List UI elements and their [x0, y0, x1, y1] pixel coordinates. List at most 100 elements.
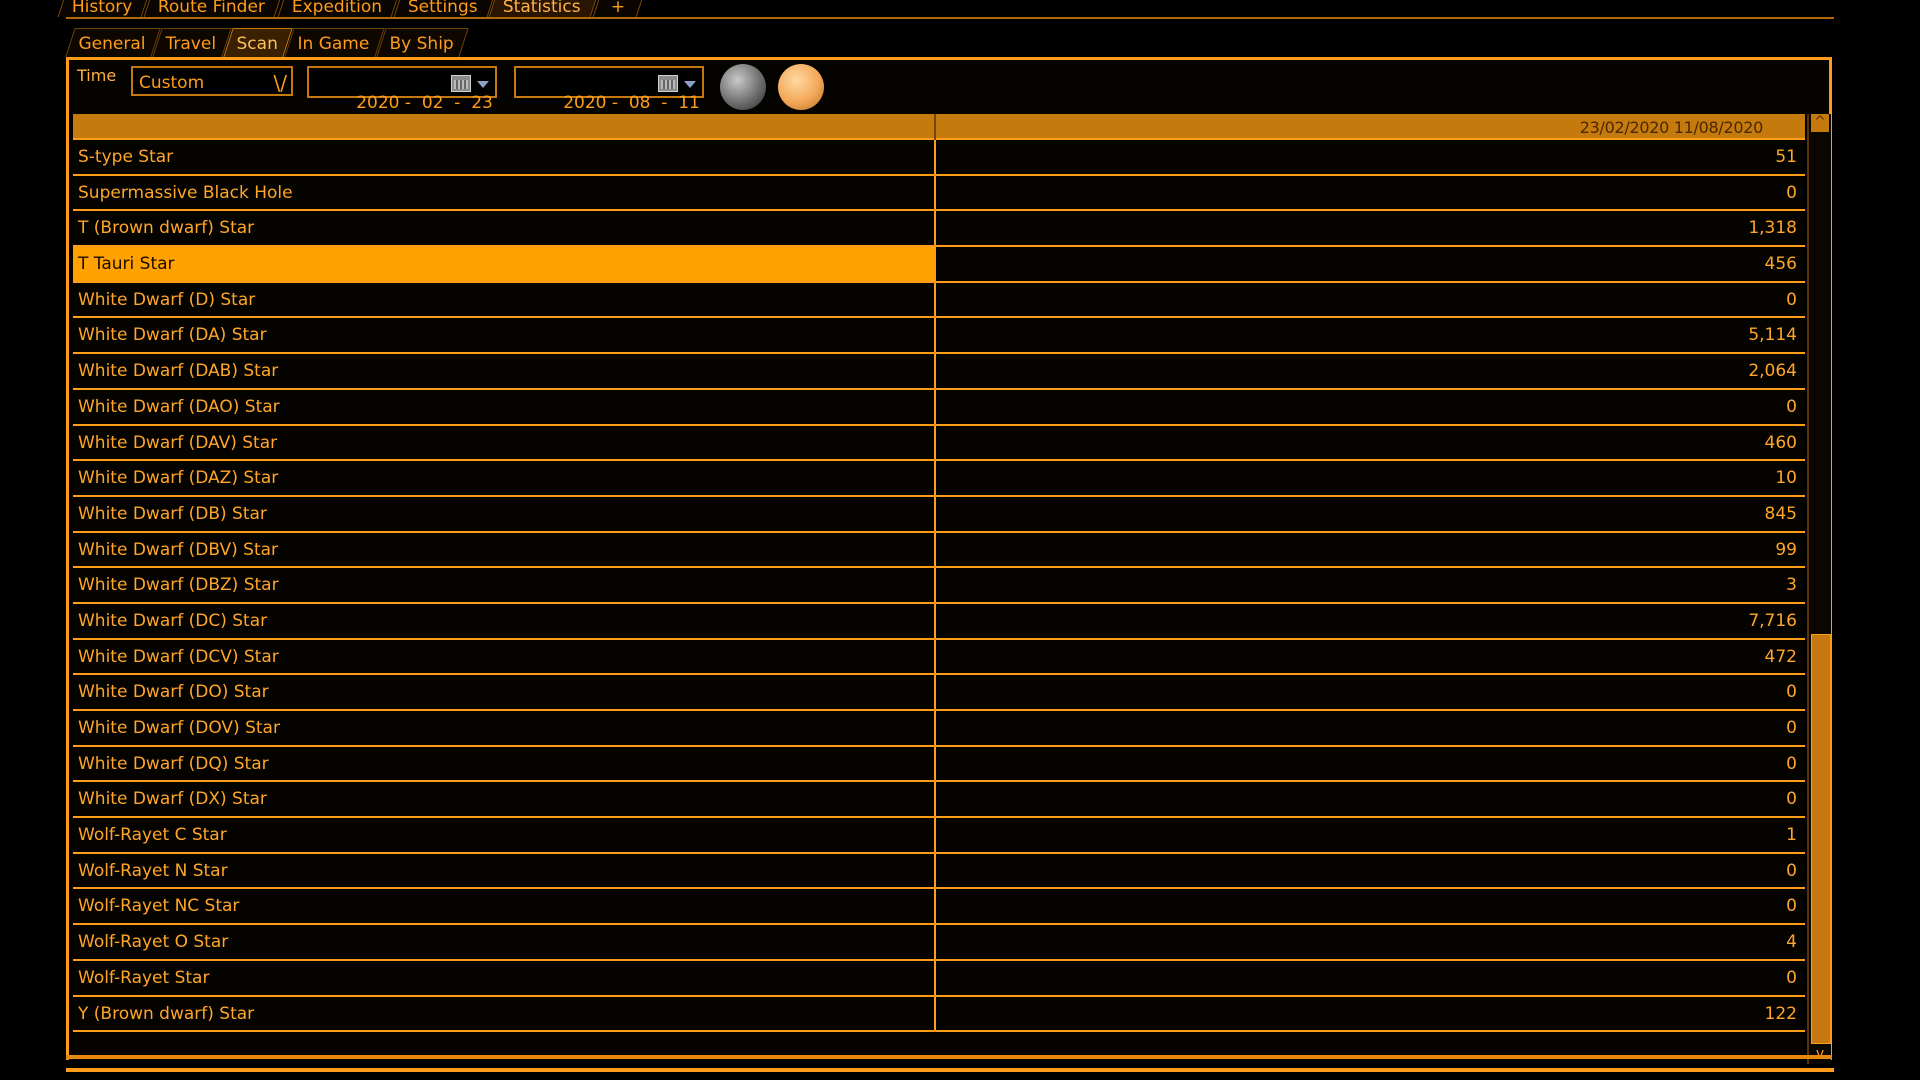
- row-name: White Dwarf (DAB) Star: [78, 361, 279, 382]
- column-divider: [934, 853, 936, 888]
- row-name: White Dwarf (DO) Star: [78, 682, 269, 703]
- table-row[interactable]: T (Brown dwarf) Star 1,318: [73, 211, 1805, 248]
- table-row[interactable]: White Dwarf (DCV) Star 472: [73, 639, 1805, 676]
- column-divider: [934, 389, 936, 424]
- table-row[interactable]: White Dwarf (DX) Star 0: [73, 782, 1805, 819]
- tab-scan[interactable]: Scan: [222, 28, 293, 57]
- row-value: 1: [1786, 825, 1797, 846]
- row-name: White Dwarf (DX) Star: [78, 789, 267, 810]
- date-from-picker[interactable]: 2020 - 02 - 23: [307, 66, 497, 113]
- calendar-icon[interactable]: [451, 75, 471, 92]
- dropdown-arrow-icon[interactable]: [477, 81, 489, 88]
- tab-history[interactable]: History: [57, 0, 151, 17]
- column-divider: [934, 675, 936, 709]
- row-value: 0: [1786, 682, 1797, 703]
- column-divider: [934, 282, 936, 317]
- row-name: White Dwarf (D) Star: [78, 289, 256, 310]
- row-name: White Dwarf (DBZ) Star: [78, 575, 279, 596]
- table-row[interactable]: Wolf-Rayet N Star 0: [73, 853, 1805, 890]
- row-name: Wolf-Rayet Star: [78, 967, 210, 988]
- column-divider: [934, 354, 936, 388]
- column-divider: [934, 496, 936, 531]
- row-value: 51: [1775, 147, 1797, 167]
- row-value: 10: [1775, 468, 1797, 489]
- row-name: White Dwarf (DB) Star: [78, 503, 267, 524]
- table-row[interactable]: White Dwarf (DOV) Star 0: [73, 711, 1805, 747]
- table-row[interactable]: Wolf-Rayet C Star 1: [73, 818, 1805, 854]
- table-row[interactable]: Supermassive Black Hole 0: [73, 175, 1805, 212]
- toolbar: Time Custom \/ 2020 - 02 - 23 2020 - 08 …: [69, 60, 1829, 113]
- column-divider: [934, 140, 936, 174]
- column-divider: [934, 568, 936, 602]
- row-name: T Tauri Star: [73, 247, 934, 281]
- table-row[interactable]: White Dwarf (DAV) Star 460: [73, 425, 1805, 462]
- table-row[interactable]: S-type Star 51: [73, 140, 1805, 176]
- scroll-thumb[interactable]: [1811, 634, 1831, 1044]
- table-row[interactable]: Wolf-Rayet NC Star 0: [73, 889, 1805, 926]
- column-divider: [934, 211, 936, 246]
- row-name: Wolf-Rayet NC Star: [78, 896, 240, 917]
- column-divider: [934, 711, 936, 745]
- row-name: White Dwarf (DAO) Star: [78, 396, 280, 417]
- grey-planet-icon[interactable]: [720, 64, 766, 110]
- row-name: White Dwarf (DAZ) Star: [78, 468, 279, 489]
- dropdown-arrow-icon[interactable]: [684, 81, 696, 88]
- row-name: White Dwarf (DC) Star: [78, 610, 268, 631]
- column-divider: [934, 318, 936, 353]
- row-name: White Dwarf (DOV) Star: [78, 718, 280, 738]
- top-divider: [66, 17, 1834, 19]
- row-name: Wolf-Rayet N Star: [78, 860, 228, 881]
- calendar-icon[interactable]: [658, 75, 678, 92]
- orange-planet-icon[interactable]: [778, 64, 824, 110]
- column-divider: [934, 818, 936, 852]
- tab-general[interactable]: General: [65, 28, 161, 57]
- tab-in-game[interactable]: In Game: [284, 28, 385, 57]
- row-value: 0: [1786, 967, 1797, 988]
- vertical-scrollbar[interactable]: ^ v: [1807, 114, 1831, 1064]
- row-name: Wolf-Rayet C Star: [78, 825, 227, 846]
- table-row[interactable]: White Dwarf (DAO) Star 0: [73, 389, 1805, 426]
- table-row[interactable]: White Dwarf (DAB) Star 2,064: [73, 354, 1805, 390]
- table-row[interactable]: White Dwarf (DBZ) Star 3: [73, 568, 1805, 604]
- tab-by-ship[interactable]: By Ship: [375, 28, 469, 57]
- table-row[interactable]: T Tauri Star 456: [73, 247, 1805, 283]
- time-select-value: Custom: [139, 73, 205, 93]
- table-row[interactable]: Y (Brown dwarf) Star 122: [73, 996, 1805, 1033]
- tab-settings[interactable]: Settings: [393, 0, 496, 17]
- date-to-picker[interactable]: 2020 - 08 - 11: [514, 66, 704, 113]
- column-divider: [934, 247, 936, 281]
- row-value: 0: [1786, 789, 1797, 810]
- table-row[interactable]: White Dwarf (DAZ) Star 10: [73, 461, 1805, 497]
- column-divider: [934, 114, 936, 140]
- row-value: 0: [1786, 718, 1797, 738]
- row-name: S-type Star: [78, 147, 174, 167]
- table-row[interactable]: Wolf-Rayet O Star 4: [73, 925, 1805, 961]
- table-row[interactable]: White Dwarf (DQ) Star 0: [73, 746, 1805, 783]
- add-tab-button[interactable]: +: [592, 0, 646, 17]
- row-value: 0: [1786, 289, 1797, 310]
- row-value: 5,114: [1748, 325, 1797, 346]
- table-row[interactable]: White Dwarf (DO) Star 0: [73, 675, 1805, 711]
- sub-tab-bar: General Travel Scan In Game By Ship: [65, 28, 469, 57]
- tab-travel[interactable]: Travel: [152, 28, 232, 57]
- date-to-value: 2020 - 08 - 11: [563, 93, 700, 113]
- row-name: Y (Brown dwarf) Star: [78, 1003, 255, 1024]
- tab-route-finder[interactable]: Route Finder: [144, 0, 284, 17]
- tab-statistics[interactable]: Statistics: [489, 0, 600, 17]
- table-row[interactable]: White Dwarf (DA) Star 5,114: [73, 318, 1805, 355]
- table-row[interactable]: White Dwarf (DC) Star 7,716: [73, 603, 1805, 640]
- row-value: 3: [1786, 575, 1797, 596]
- table-row[interactable]: White Dwarf (DBV) Star 99: [73, 532, 1805, 569]
- statistics-panel: Time Custom \/ 2020 - 02 - 23 2020 - 08 …: [66, 57, 1832, 1064]
- table-row[interactable]: White Dwarf (DB) Star 845: [73, 496, 1805, 533]
- time-range-select[interactable]: Custom \/: [131, 66, 293, 96]
- row-value: 0: [1786, 860, 1797, 881]
- tab-expedition[interactable]: Expedition: [277, 0, 401, 17]
- date-from-value: 2020 - 02 - 23: [356, 93, 493, 113]
- scroll-up-icon[interactable]: ^: [1811, 114, 1829, 132]
- row-value: 0: [1786, 182, 1797, 203]
- chevron-down-icon: \/: [273, 71, 287, 95]
- column-divider: [934, 603, 936, 638]
- table-row[interactable]: White Dwarf (D) Star 0: [73, 282, 1805, 319]
- table-row[interactable]: Wolf-Rayet Star 0: [73, 960, 1805, 997]
